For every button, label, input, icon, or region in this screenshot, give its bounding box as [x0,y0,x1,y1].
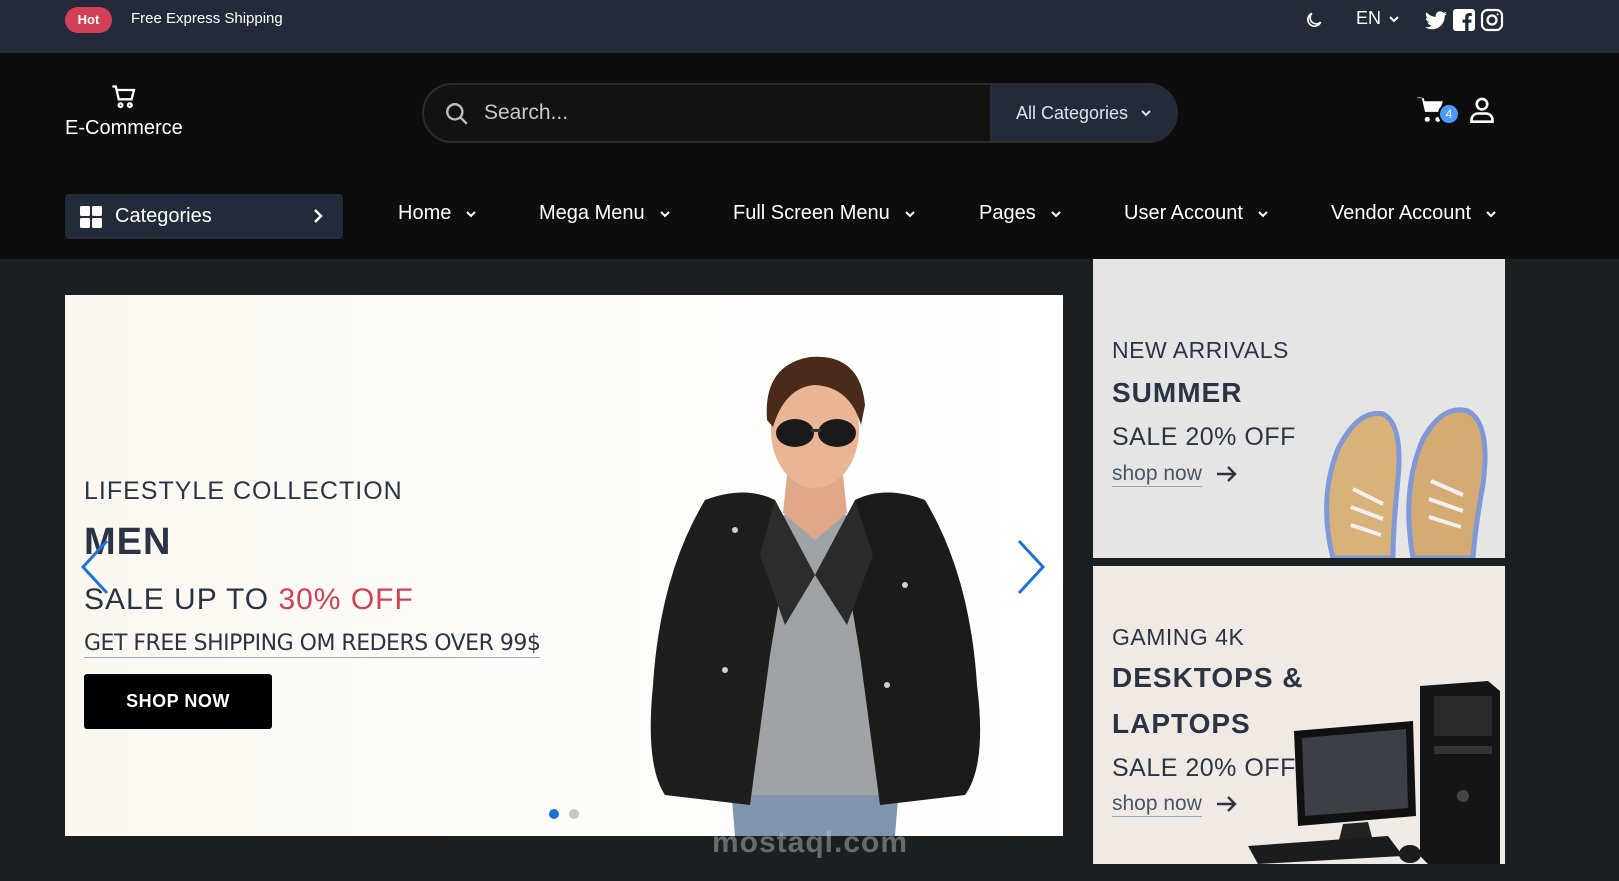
logo-cart-icon[interactable] [110,83,138,111]
search-icon [446,103,468,125]
arrow-right-icon [1217,466,1237,482]
promo-desktops-title-line1: DESKTOPS & [1112,662,1304,693]
hero-eyebrow: LIFESTYLE COLLECTION [84,477,403,505]
nav-full-screen-menu[interactable]: Full Screen Menu [733,202,916,225]
nav-pages-label: Pages [979,202,1036,224]
facebook-icon[interactable] [1452,8,1476,32]
slider-next-arrow-icon[interactable] [1015,539,1047,595]
category-dropdown[interactable]: All Categories [990,85,1176,141]
search-input[interactable] [484,85,1044,141]
hero-sale-accent: 30% OFF [278,583,414,616]
chevron-down-icon [1486,210,1496,217]
chevron-down-icon [1141,110,1151,117]
shoes-image [1324,407,1488,558]
user-icon[interactable] [1468,95,1496,125]
chevron-down-icon [905,210,915,217]
slider-dot[interactable] [569,809,579,819]
promo-summer-title: SUMMER [1112,377,1243,408]
chevron-down-icon [1051,210,1061,217]
promo-card-summer[interactable]: NEW ARRIVALS SUMMER SALE 20% OFF shop no… [1093,259,1505,558]
nav-user-account-label: User Account [1124,202,1243,224]
promo-desktops-sale: SALE 20% OFF [1112,754,1296,782]
promo-summer-link[interactable]: shop now [1112,462,1202,487]
nav-full-screen-menu-label: Full Screen Menu [733,202,890,224]
hero-sale-text: SALE UP TO 30% OFF [84,583,414,617]
hero-sale-prefix: SALE UP TO [84,583,279,616]
promo-summer-eyebrow: NEW ARRIVALS [1112,337,1289,363]
nav-vendor-account-label: Vendor Account [1331,202,1472,224]
language-selector[interactable]: EN [1356,8,1381,29]
hero-slider: LIFESTYLE COLLECTION MEN SALE UP TO 30% … [65,295,1063,836]
nav-mega-menu[interactable]: Mega Menu [539,202,671,225]
category-dropdown-label: All Categories [1016,102,1129,123]
logo-text[interactable]: E-Commerce [65,117,183,140]
nav-mega-menu-label: Mega Menu [539,202,645,224]
shop-now-button[interactable]: SHOP NOW [84,674,272,729]
search-bar: All Categories [422,83,1178,143]
nav-pages[interactable]: Pages [979,202,1062,225]
nav-home[interactable]: Home [398,202,477,225]
hot-badge: Hot [65,7,112,33]
hero-shipping-note: GET FREE SHIPPING OM REDERS OVER 99$ [84,631,541,658]
promo-summer-sale: SALE 20% OFF [1112,423,1296,451]
chevron-down-icon [659,210,670,217]
shipping-text: Free Express Shipping [131,10,283,27]
promo-desktops-title-line2: LAPTOPS [1112,708,1251,739]
watermark: mostaql.com [712,826,909,859]
categories-button[interactable]: Categories [65,194,343,239]
grid-icon [80,205,102,228]
chevron-down-icon [1389,16,1399,23]
slider-prev-arrow-icon[interactable] [79,539,111,595]
top-bar: Hot Free Express Shipping EN [0,0,1619,53]
arrow-right-icon [1217,796,1237,812]
slider-dot-active[interactable] [549,809,559,819]
twitter-icon[interactable] [1424,8,1448,32]
categories-label: Categories [115,205,212,227]
chevron-down-icon [466,210,477,217]
chevron-down-icon [1258,210,1268,217]
chevron-right-icon [314,209,323,223]
cart-count-badge: 4 [1438,103,1460,125]
instagram-icon[interactable] [1480,8,1504,32]
promo-desktops-link[interactable]: shop now [1112,792,1202,817]
hero-model-image [650,356,981,836]
moon-icon[interactable] [1304,10,1324,30]
promo-card-desktops[interactable]: GAMING 4K DESKTOPS & LAPTOPS SALE 20% OF… [1093,566,1505,864]
promo-desktops-eyebrow: GAMING 4K [1112,624,1245,650]
nav-vendor-account[interactable]: Vendor Account [1331,202,1497,225]
nav-home-label: Home [398,202,452,224]
nav-user-account[interactable]: User Account [1124,202,1269,225]
